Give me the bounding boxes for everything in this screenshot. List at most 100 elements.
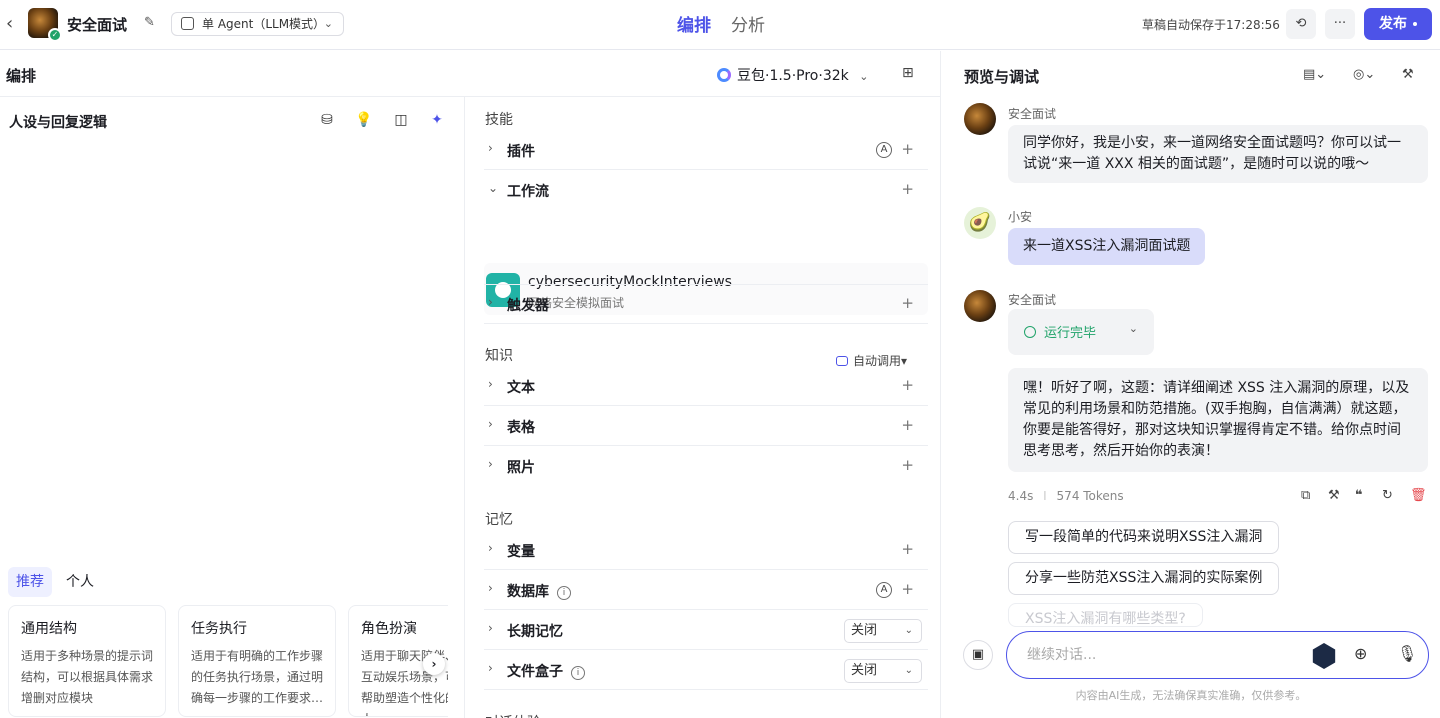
chevron-down-icon: ⌄ — [1128, 322, 1138, 335]
filebox-row[interactable]: › 文件盒子 i 关闭 ⌄ — [484, 651, 928, 690]
chevron-right-icon: › — [488, 457, 493, 471]
regenerate-icon[interactable]: ↻ — [1382, 488, 1393, 503]
copy-icon[interactable]: ⧉ — [1301, 488, 1310, 503]
bot-name: 安全面试 — [1008, 107, 1057, 121]
tab-arrange[interactable]: 编排 — [677, 11, 711, 36]
agent-mode-dropdown[interactable]: 单 Agent（LLM模式） ⌄ — [171, 12, 344, 36]
suggestion-chip[interactable]: 分享一些防范XSS注入漏洞的实际案例 — [1008, 562, 1280, 595]
suggestion-chip[interactable]: 写一段简单的代码来说明XSS注入漏洞 — [1008, 521, 1280, 554]
long-memory-select[interactable]: 关闭 ⌄ — [844, 619, 922, 643]
text-row[interactable]: › 文本 + — [484, 367, 928, 406]
model-label: 豆包·1.5·Pro·32k — [737, 68, 849, 84]
ai-disclaimer: 内容由AI生成，无法确保真实准确，仅供参考。 — [1075, 689, 1307, 702]
model-selector[interactable]: 豆包·1.5·Pro·32k ⌄ — [717, 65, 868, 85]
chat-input-box[interactable]: ⊕ 🎙 — [1006, 631, 1429, 679]
latency: 4.4s — [1008, 489, 1034, 503]
section-dialog: 对话体验 — [485, 712, 541, 718]
bot-avatar — [964, 290, 996, 322]
template-title: 任务执行 — [191, 621, 247, 637]
run-status[interactable]: 运行完毕 ⌄ — [1008, 309, 1154, 355]
wrench-icon[interactable]: ⚒ — [1402, 67, 1414, 82]
split-view-icon[interactable]: ◫ — [392, 112, 410, 130]
auto-icon[interactable]: A — [876, 142, 892, 158]
auto-icon[interactable]: A — [876, 582, 892, 598]
info-icon[interactable]: i — [557, 586, 571, 600]
info-icon[interactable]: i — [571, 666, 585, 680]
add-icon[interactable]: + — [901, 376, 914, 394]
token-count: 574 Tokens — [1056, 489, 1124, 503]
doubao-logo-icon — [717, 68, 731, 82]
suggestion-chip[interactable]: XSS注入漏洞有哪些类型? — [1008, 603, 1203, 627]
edit-panel: 编排 豆包·1.5·Pro·32k ⌄ ⊞ 人设与回复逻辑 ⛁ 💡 ◫ ✦ 推荐… — [0, 51, 940, 718]
filebox-label: 文件盒子 i — [507, 661, 585, 681]
template-card[interactable]: 通用结构 适用于多种场景的提示词结构，可以根据具体需求增删对应模块 — [8, 605, 166, 717]
tab-personal[interactable]: 个人 — [58, 567, 102, 597]
chevron-down-icon: ⌄ — [488, 181, 499, 195]
debug-icon[interactable]: ⚒ — [1328, 488, 1340, 503]
table-label: 表格 — [507, 420, 535, 436]
persona-title: 人设与回复逻辑 — [9, 115, 107, 131]
bot-title: 安全面试 — [67, 16, 128, 34]
bot-name: 安全面试 — [1008, 293, 1057, 307]
tab-analysis[interactable]: 分析 — [731, 11, 765, 36]
debug-settings-icon[interactable]: ▤⌄ — [1303, 67, 1326, 82]
tab-recommended[interactable]: 推荐 — [8, 567, 52, 597]
variable-row[interactable]: › 变量 + — [484, 531, 928, 570]
publish-label: 发布 — [1379, 16, 1407, 32]
template-title: 通用结构 — [21, 621, 77, 637]
add-icon[interactable]: + — [901, 580, 914, 598]
long-memory-row[interactable]: › 长期记忆 关闭 ⌄ — [484, 611, 928, 650]
ai-optimize-icon[interactable]: ✦ — [428, 112, 446, 130]
edit-icon[interactable]: ✎ — [144, 15, 160, 31]
agent-icon — [181, 17, 194, 30]
next-arrow-icon[interactable]: › — [423, 653, 445, 675]
lightbulb-icon[interactable]: 💡 — [355, 112, 373, 130]
photo-label: 照片 — [507, 460, 535, 476]
prompt-library-icon[interactable]: ⛁ — [318, 112, 336, 130]
section-knowledge: 知识 — [485, 348, 513, 364]
template-title: 角色扮演 — [361, 621, 417, 637]
history-button[interactable]: ⟲ — [1286, 9, 1316, 39]
bot-avatar: ✓ — [28, 8, 62, 42]
add-icon[interactable]: + — [901, 456, 914, 474]
database-row[interactable]: › 数据库 i A + — [484, 571, 928, 610]
add-icon[interactable]: + — [901, 180, 914, 198]
chevron-right-icon: › — [488, 295, 493, 309]
chevron-down-icon: ⌄ — [904, 625, 913, 636]
plugins-label: 插件 — [507, 144, 535, 160]
text-label: 文本 — [507, 380, 535, 396]
add-icon[interactable]: + — [901, 540, 914, 558]
bot-hex-icon[interactable] — [1312, 643, 1336, 669]
table-row[interactable]: › 表格 + — [484, 407, 928, 446]
back-arrow-icon[interactable]: ‹ — [6, 14, 20, 34]
database-text: 数据库 — [507, 584, 549, 600]
template-desc: 适用于有明确的工作步骤的任务执行场景，通过明确每一步骤的工作要求… — [191, 649, 324, 705]
template-card[interactable]: 任务执行 适用于有明确的工作步骤的任务执行场景，通过明确每一步骤的工作要求… — [178, 605, 336, 717]
chevron-right-icon: › — [488, 581, 493, 595]
trigger-row[interactable]: › 触发器 + — [484, 284, 928, 324]
add-icon[interactable]: + — [901, 294, 914, 312]
add-circle-icon[interactable]: ⊕ — [1354, 644, 1367, 663]
trigger-label: 触发器 — [507, 298, 549, 314]
more-button[interactable]: ··· — [1325, 9, 1355, 39]
chevron-right-icon: › — [488, 621, 493, 635]
chat-input[interactable] — [1027, 644, 1287, 666]
microphone-icon[interactable]: 🎙 — [1397, 644, 1417, 663]
preview-panel: 预览与调试 ▤⌄ ◎⌄ ⚒ 安全面试 同学你好，我是小安，来一道网络安全面试题吗… — [940, 51, 1440, 718]
long-memory-value: 关闭 — [851, 623, 878, 638]
filebox-select[interactable]: 关闭 ⌄ — [844, 659, 922, 683]
bot-message: 同学你好，我是小安，来一道网络安全面试题吗？你可以试一试说“来一道 XXX 相关… — [1008, 125, 1428, 183]
database-label: 数据库 i — [507, 581, 571, 601]
toolbox-icon[interactable]: ▣ — [963, 640, 993, 670]
delete-icon[interactable]: 🗑 — [1410, 488, 1427, 503]
add-icon[interactable]: + — [901, 140, 914, 158]
bot-avatar — [964, 103, 996, 135]
memory-icon[interactable]: ◎⌄ — [1353, 67, 1375, 82]
layout-grid-icon[interactable]: ⊞ — [902, 65, 916, 81]
add-icon[interactable]: + — [901, 416, 914, 434]
workflow-row[interactable]: ⌄ 工作流 + — [484, 171, 928, 210]
publish-button[interactable]: 发布 — [1364, 8, 1432, 40]
photo-row[interactable]: › 照片 + — [484, 447, 928, 486]
plugins-row[interactable]: › 插件 A + — [484, 131, 928, 170]
quote-icon[interactable]: ❝ — [1355, 488, 1363, 503]
